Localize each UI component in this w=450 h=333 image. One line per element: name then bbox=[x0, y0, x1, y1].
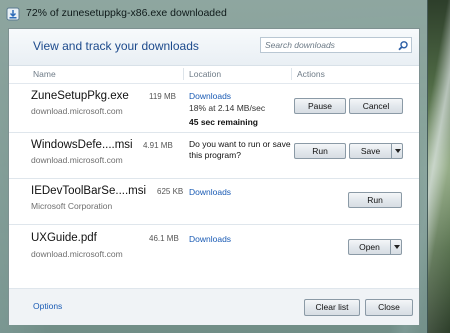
column-header-name[interactable]: Name bbox=[33, 69, 56, 79]
file-size: 625 KB bbox=[157, 187, 184, 196]
column-header-location[interactable]: Location bbox=[189, 69, 221, 79]
file-source: download.microsoft.com bbox=[31, 155, 123, 165]
clear-list-button[interactable]: Clear list bbox=[304, 299, 360, 316]
time-remaining: 45 sec remaining bbox=[189, 117, 258, 127]
open-options-dropdown[interactable] bbox=[390, 239, 402, 255]
file-source: download.microsoft.com bbox=[31, 106, 123, 116]
download-row: UXGuide.pdf download.microsoft.com 46.1 … bbox=[9, 225, 419, 271]
downloads-window-icon bbox=[6, 7, 20, 21]
file-name: ZuneSetupPkg.exe bbox=[31, 90, 129, 102]
search-icon[interactable] bbox=[397, 39, 409, 51]
file-source: download.microsoft.com bbox=[31, 249, 123, 259]
location-link[interactable]: Downloads bbox=[189, 234, 231, 244]
open-split-button: Open bbox=[348, 239, 402, 255]
search-box[interactable] bbox=[260, 37, 412, 53]
pause-button[interactable]: Pause bbox=[294, 98, 346, 114]
header: View and track your downloads bbox=[9, 29, 419, 66]
download-manager-client: View and track your downloads Name Locat… bbox=[8, 28, 420, 325]
options-link[interactable]: Options bbox=[33, 301, 62, 311]
chevron-down-icon bbox=[395, 149, 401, 153]
close-button[interactable]: Close bbox=[365, 299, 413, 316]
file-name: IEDevToolBarSe....msi bbox=[31, 185, 147, 197]
file-size: 46.1 MB bbox=[149, 234, 179, 243]
run-button[interactable]: Run bbox=[294, 143, 346, 159]
download-manager-window: 72% of zunesetuppkg-x86.exe downloaded V… bbox=[0, 0, 428, 333]
column-header-actions[interactable]: Actions bbox=[297, 69, 325, 79]
download-row: IEDevToolBarSe....msi Microsoft Corporat… bbox=[9, 179, 419, 225]
save-button[interactable]: Save bbox=[349, 143, 391, 159]
footer: Options Clear list Close bbox=[9, 288, 419, 325]
file-name: UXGuide.pdf bbox=[31, 232, 97, 244]
file-size: 119 MB bbox=[149, 92, 176, 101]
save-options-dropdown[interactable] bbox=[391, 143, 403, 159]
location-link[interactable]: Downloads bbox=[189, 91, 231, 101]
chevron-down-icon bbox=[394, 245, 400, 249]
file-size: 4.91 MB bbox=[143, 141, 173, 150]
page-title: View and track your downloads bbox=[33, 39, 199, 53]
cancel-button[interactable]: Cancel bbox=[349, 98, 403, 114]
download-row: ZuneSetupPkg.exe download.microsoft.com … bbox=[9, 85, 419, 133]
download-row: WindowsDefe....msi download.microsoft.co… bbox=[9, 133, 419, 179]
save-split-button: Save bbox=[349, 143, 403, 159]
security-prompt: Do you want to run or save this program? bbox=[189, 139, 291, 160]
window-title: 72% of zunesetuppkg-x86.exe downloaded bbox=[26, 7, 227, 19]
file-name: WindowsDefe....msi bbox=[31, 139, 133, 151]
column-divider bbox=[183, 68, 184, 80]
progress-text: 18% at 2.14 MB/sec bbox=[189, 103, 266, 113]
column-headers: Name Location Actions bbox=[9, 65, 419, 84]
location-link[interactable]: Downloads bbox=[189, 187, 231, 197]
open-button[interactable]: Open bbox=[348, 239, 390, 255]
search-input[interactable] bbox=[265, 39, 395, 51]
title-bar[interactable]: 72% of zunesetuppkg-x86.exe downloaded bbox=[0, 0, 428, 28]
run-button[interactable]: Run bbox=[348, 192, 402, 208]
column-divider bbox=[291, 68, 292, 80]
file-source: Microsoft Corporation bbox=[31, 201, 113, 211]
